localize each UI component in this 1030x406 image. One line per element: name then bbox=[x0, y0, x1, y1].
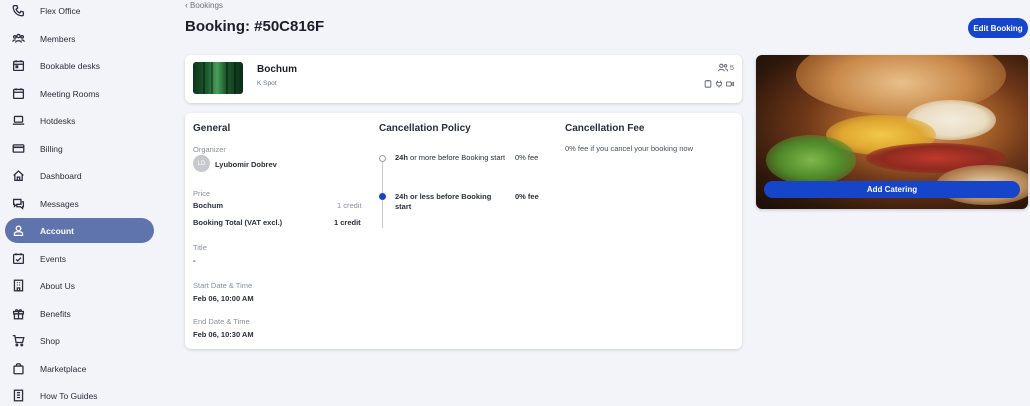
sidebar-item-label: Benefits bbox=[40, 308, 71, 319]
sidebar-item-label: Marketplace bbox=[40, 363, 87, 374]
laptop-icon bbox=[11, 114, 25, 128]
chat-icon bbox=[11, 197, 25, 211]
sidebar-item-label: Flex Office bbox=[40, 5, 81, 16]
sidebar-item-shop[interactable]: Shop bbox=[5, 328, 154, 353]
back-link-label: Bookings bbox=[190, 0, 223, 10]
price-item-value: 1 credit bbox=[337, 201, 362, 210]
policy-rule-2-line1: 24h or less before Booking bbox=[395, 192, 492, 201]
sidebar-item-account[interactable]: Account bbox=[5, 218, 154, 243]
capacity-count: 5 bbox=[729, 63, 734, 72]
timeline-dot-empty bbox=[379, 155, 386, 162]
sidebar-item-label: Hotdesks bbox=[40, 115, 76, 126]
cancellation-fee-text: 0% fee if you cancel your booking now bbox=[565, 144, 693, 153]
sidebar-item-label: Members bbox=[40, 33, 76, 44]
sidebar-item-billing[interactable]: Billing bbox=[5, 136, 154, 161]
home-icon bbox=[11, 169, 25, 183]
space-card[interactable]: Bochum K Spot 5 bbox=[185, 55, 742, 103]
sandwich-lettuce bbox=[766, 135, 856, 185]
sidebar-item-benefits[interactable]: Benefits bbox=[5, 301, 154, 326]
gift-icon bbox=[11, 307, 25, 321]
sidebar-item-flex-office[interactable]: Flex Office bbox=[5, 0, 154, 23]
sidebar-item-label: Shop bbox=[40, 335, 60, 346]
sidebar-item-label: Billing bbox=[40, 143, 63, 154]
sidebar-item-label: How To Guides bbox=[40, 390, 98, 401]
cancellation-fee-heading: Cancellation Fee bbox=[565, 123, 645, 134]
add-catering-button[interactable]: Add Catering bbox=[764, 181, 1020, 198]
organizer-label: Organizer bbox=[193, 145, 226, 154]
chevron-left-icon: ‹ bbox=[185, 0, 188, 10]
price-label: Price bbox=[193, 189, 211, 198]
start-value: Feb 06, 10:00 AM bbox=[193, 294, 254, 303]
building-icon bbox=[11, 279, 25, 293]
user-icon bbox=[11, 224, 25, 238]
sidebar: Flex Office Members Bookable desks Meeti… bbox=[0, 0, 160, 406]
sidebar-item-bookable-desks[interactable]: Bookable desks bbox=[5, 53, 154, 78]
policy-rule-2-fee: 0% fee bbox=[515, 192, 539, 201]
video-camera-icon bbox=[726, 81, 734, 87]
catering-card: Add Catering bbox=[756, 55, 1028, 209]
sidebar-item-label: Account bbox=[40, 225, 74, 236]
avatar: LD bbox=[193, 155, 210, 172]
sidebar-item-hotdesks[interactable]: Hotdesks bbox=[5, 108, 154, 133]
policy-rule-2-line2: start bbox=[395, 202, 412, 211]
capacity: 5 bbox=[717, 63, 734, 72]
sidebar-item-meeting-rooms[interactable]: Meeting Rooms bbox=[5, 81, 154, 106]
credit-card-icon bbox=[11, 142, 25, 156]
phone-icon bbox=[11, 4, 25, 18]
sidebar-item-label: About Us bbox=[40, 280, 75, 291]
policy-rule-1-fee: 0% fee bbox=[515, 153, 539, 162]
sidebar-item-members[interactable]: Members bbox=[5, 26, 154, 51]
sidebar-item-about-us[interactable]: About Us bbox=[5, 273, 154, 298]
people-icon bbox=[717, 63, 728, 72]
end-label: End Date & Time bbox=[193, 317, 250, 326]
price-item-name: Bochum bbox=[193, 201, 223, 210]
sidebar-item-events[interactable]: Events bbox=[5, 246, 154, 271]
space-name: Bochum bbox=[257, 64, 297, 75]
policy-rule-1-text: or more before Booking start bbox=[407, 153, 506, 162]
organizer-name: Lyubomir Dobrev bbox=[215, 160, 277, 169]
guide-icon bbox=[11, 389, 25, 403]
edit-booking-button[interactable]: Edit Booking bbox=[968, 18, 1028, 38]
sidebar-item-marketplace[interactable]: Marketplace bbox=[5, 356, 154, 381]
policy-rule-1-bold: 24h bbox=[395, 153, 408, 162]
back-to-bookings-link[interactable]: ‹ Bookings bbox=[185, 0, 223, 10]
general-heading: General bbox=[193, 123, 231, 134]
page-title: Booking: #50C816F bbox=[185, 18, 325, 35]
amenities bbox=[704, 80, 734, 88]
policy-rule-2: 24h or less before Booking start bbox=[395, 192, 491, 212]
policy-rule-1: 24h or more before Booking start bbox=[395, 153, 505, 163]
sidebar-item-label: Messages bbox=[40, 198, 79, 209]
whiteboard-icon bbox=[704, 80, 712, 88]
cart-icon bbox=[11, 334, 25, 348]
sidebar-item-dashboard[interactable]: Dashboard bbox=[5, 163, 154, 188]
sidebar-item-label: Events bbox=[40, 253, 66, 264]
title-value: - bbox=[193, 256, 196, 265]
calendar-icon bbox=[11, 59, 25, 73]
sidebar-item-messages[interactable]: Messages bbox=[5, 191, 154, 216]
sidebar-item-label: Meeting Rooms bbox=[40, 88, 100, 99]
event-icon bbox=[11, 252, 25, 266]
space-thumbnail bbox=[193, 62, 243, 94]
booking-total-value: 1 credit bbox=[334, 218, 361, 227]
timeline-dot-active bbox=[379, 193, 386, 200]
end-value: Feb 06, 10:30 AM bbox=[193, 330, 254, 339]
booking-total-label: Booking Total (VAT excl.) bbox=[193, 218, 283, 227]
members-icon bbox=[11, 32, 25, 46]
space-subtitle: K Spot bbox=[257, 80, 277, 87]
cancellation-policy-heading: Cancellation Policy bbox=[379, 123, 471, 134]
bag-icon bbox=[11, 362, 25, 376]
start-label: Start Date & Time bbox=[193, 281, 253, 290]
sidebar-item-label: Bookable desks bbox=[40, 60, 101, 71]
sidebar-item-label: Dashboard bbox=[40, 170, 82, 181]
sidebar-item-how-to-guides[interactable]: How To Guides bbox=[5, 383, 154, 406]
calendar-icon bbox=[11, 87, 25, 101]
title-label: Title bbox=[193, 243, 207, 252]
booking-details-card: General Organizer LD Lyubomir Dobrev Pri… bbox=[185, 113, 742, 349]
power-plug-icon bbox=[716, 80, 722, 88]
